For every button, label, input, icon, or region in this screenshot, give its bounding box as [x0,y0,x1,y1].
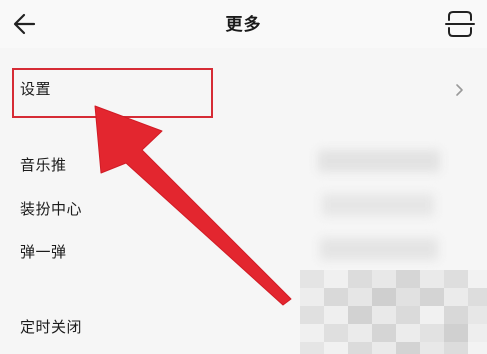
highlight-box [12,68,213,118]
sleep-timer-label: 定时关闭 [20,318,83,336]
music-push-label: 音乐推 [20,156,67,174]
blurred-value [320,238,438,260]
page-title: 更多 [225,15,262,35]
pixelated-region [300,270,487,354]
bounce-label: 弹一弹 [20,243,67,261]
chevron-right-icon [456,84,463,96]
top-bar: 更多 [0,0,487,48]
blurred-value [318,150,440,172]
theme-center-label: 装扮中心 [20,200,83,218]
more-screen: 更多 设置 音乐推 装扮中心 弹一弹 定时关闭 [0,0,487,354]
scan-icon [445,11,475,37]
blurred-value [322,194,434,216]
scan-button[interactable] [443,6,477,42]
